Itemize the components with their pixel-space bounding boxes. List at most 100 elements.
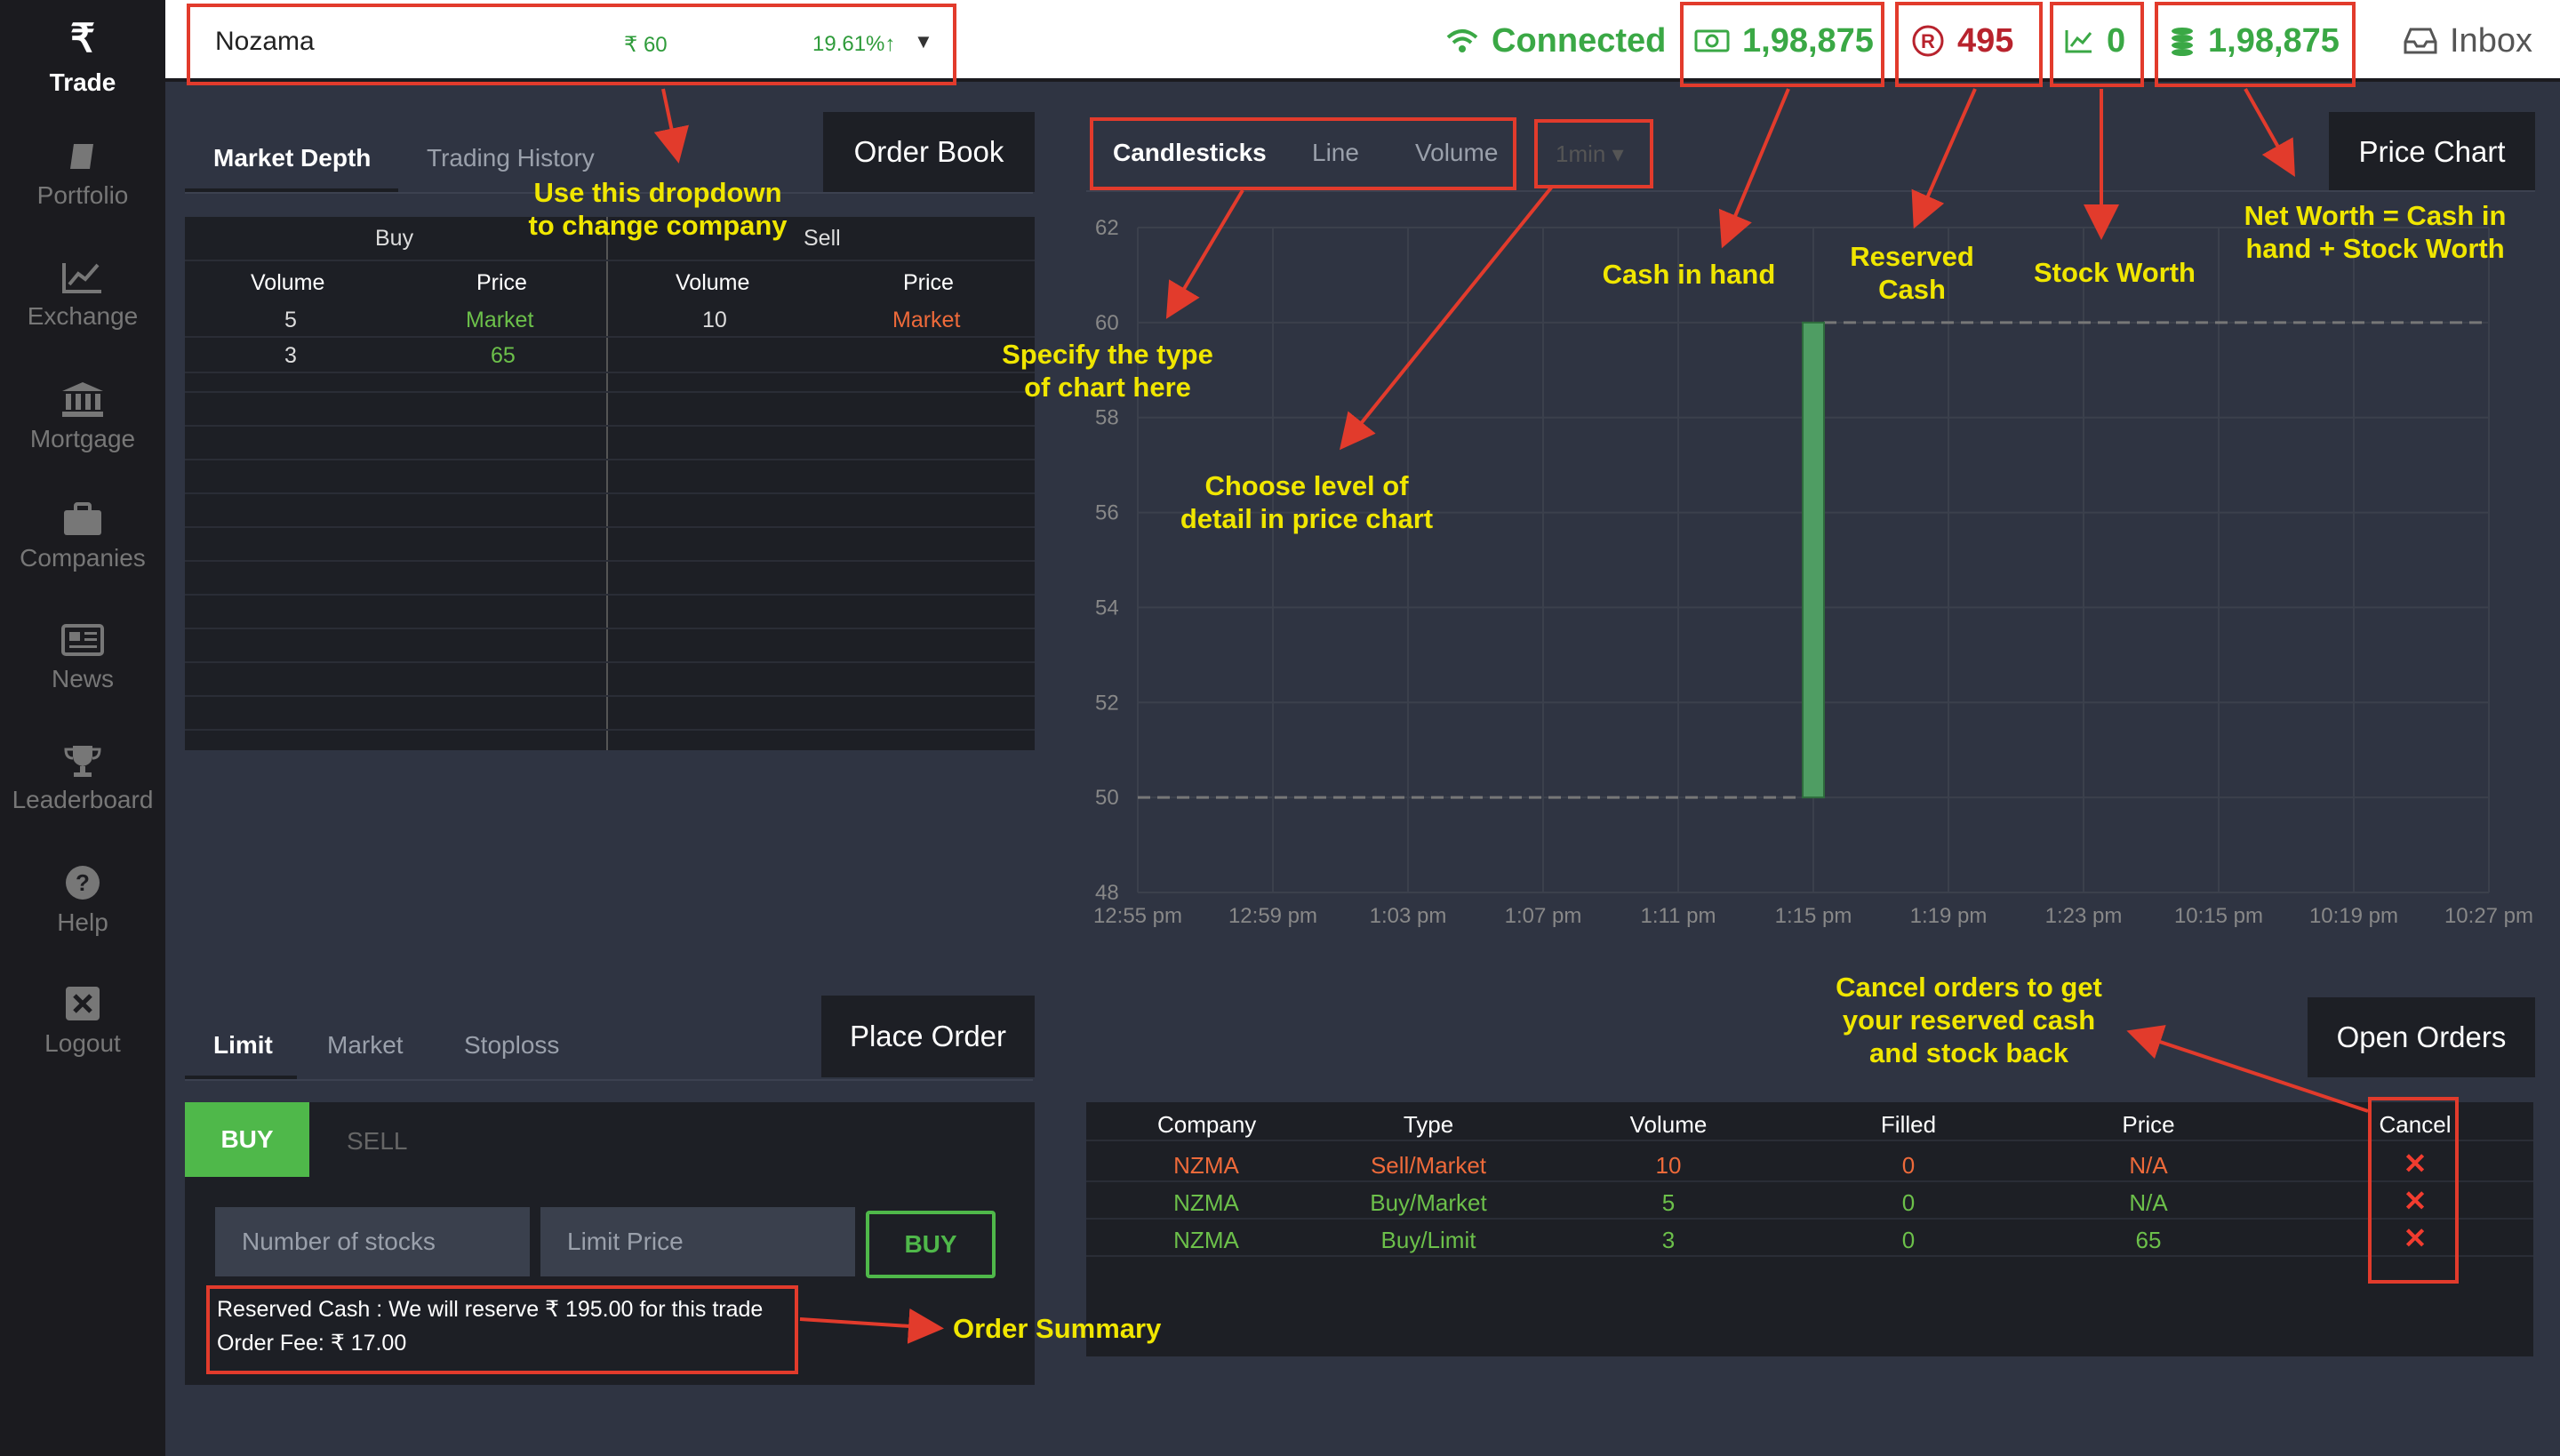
annotation-line: and stock back [1869,1037,2068,1068]
sidebar-item-logout[interactable]: Logout [0,985,165,1058]
order-price: 65 [2135,1227,2162,1253]
sidebar-item-portfolio[interactable]: Portfolio [0,139,165,210]
buy-header: Buy [375,226,414,251]
sidebar-item-leaderboard[interactable]: Leaderboard [0,743,165,814]
table-row-divider [185,695,1035,697]
limit-price-input[interactable]: Limit Price [540,1207,855,1276]
question-icon: ? [66,866,100,900]
order-price: N/A [2129,1152,2168,1179]
y-tick-label: 50 [1095,786,1119,810]
tab-market[interactable]: Market [327,1031,404,1060]
sidebar-item-label: Exchange [27,302,139,330]
annotation-line: Reserved [1850,241,1974,272]
x-tick-label: 10:19 pm [2309,904,2398,928]
table-row-divider [185,526,1035,528]
sidebar-item-label: Companies [20,544,146,572]
y-tick-label: 58 [1095,406,1119,430]
inbox-button[interactable]: Inbox [2404,20,2532,62]
submit-buy-button[interactable]: BUY [866,1211,996,1278]
sell-volume-header: Volume [676,270,750,295]
tab-stoploss[interactable]: Stoploss [464,1031,559,1060]
buy-volume-cell: 5 [284,308,297,332]
sidebar-item-news[interactable]: News [0,622,165,693]
buy-price-header: Price [476,270,527,295]
sidebar-item-trade[interactable]: ₹ Trade [0,16,165,97]
annotation-cancel: Cancel orders to get your reserved cash … [1813,971,2124,1069]
tab-trading-history[interactable]: Trading History [427,144,595,172]
table-row-divider [185,459,1035,460]
sidebar-item-companies[interactable]: Companies [0,501,165,572]
tab-limit[interactable]: Limit [213,1031,273,1060]
callout-box [1680,2,1884,87]
sidebar-item-help[interactable]: ? Help [0,864,165,937]
y-tick-label: 60 [1095,311,1119,335]
sidebar-item-label: News [51,665,114,692]
sell-side-button[interactable]: SELL [347,1127,408,1156]
book-icon [70,144,93,169]
annotation-line: detail in price chart [1180,503,1434,534]
annotation-line: of chart here [1024,372,1191,403]
order-volume: 5 [1661,1189,1676,1216]
trophy-icon [64,746,101,777]
callout-box [2155,2,2356,87]
open-orders-header: Company Type Volume Filled Price Cancel [1086,1104,2533,1141]
x-tick-label: 10:27 pm [2444,904,2533,928]
sidebar-item-label: Help [57,908,108,936]
buy-volume-header: Volume [251,270,325,295]
callout-box [1534,119,1653,188]
chart-tabs-underline [1086,190,2535,192]
callout-box [2050,2,2144,87]
sidebar-item-label: Trade [49,68,116,96]
y-tick-label: 62 [1095,216,1119,240]
buy-price-cell: Market [466,308,534,332]
sidebar-item-mortgage[interactable]: Mortgage [0,380,165,453]
callout-box [2368,1097,2459,1284]
tab-market-depth[interactable]: Market Depth [213,144,371,172]
x-tick-label: 1:23 pm [2045,904,2123,928]
x-tick-label: 12:55 pm [1093,904,1182,928]
table-row-divider [185,560,1035,562]
y-tick-label: 48 [1095,881,1119,905]
price-chart-title: Price Chart [2329,112,2535,192]
x-tick-label: 1:11 pm [1641,904,1716,928]
open-orders-title: Open Orders [2308,997,2535,1077]
header-filled: Filled [1880,1111,1937,1138]
newspaper-icon [61,624,104,656]
annotation-reserved: Reserved Cash [1836,240,1988,306]
callout-box [206,1285,798,1374]
header-price: Price [2122,1111,2175,1138]
annotation-stock-worth: Stock Worth [2012,256,2217,289]
order-type: Sell/Market [1370,1152,1487,1179]
sell-price-cell: Market [892,308,961,332]
x-tick-label: 1:03 pm [1370,904,1447,928]
header-divider [185,260,1035,261]
order-type: Buy/Market [1370,1189,1487,1216]
sidebar-item-exchange[interactable]: Exchange [0,260,165,331]
order-company: NZMA [1173,1227,1239,1253]
sidebar-item-label: Leaderboard [12,786,154,813]
x-tick-label: 1:15 pm [1775,904,1852,928]
sidebar: ₹ Trade Portfolio Exchange Mortgage Comp… [0,0,165,1456]
inbox-icon [2404,28,2437,54]
annotation-cash: Cash in hand [1573,258,1804,291]
table-row-divider [185,661,1035,663]
annotation-line: to change company [528,210,788,241]
price-chart: 62 60 58 56 54 52 50 4812:55 pm 12:59 pm 1:03 pm 1… [1093,216,2533,928]
status-label: Connected [1492,21,1667,60]
annotation-line: Choose level of [1204,470,1409,501]
table-row-divider [185,425,1035,427]
number-of-stocks-input[interactable]: Number of stocks [215,1207,530,1276]
header-volume: Volume [1629,1111,1708,1138]
table-row: NZMA Buy/Market 5 0 N/A ✕ [1086,1182,2533,1220]
annotation-dropdown: Use this dropdown to change company [480,176,836,242]
sidebar-item-label: Mortgage [29,425,136,452]
buy-side-button[interactable]: BUY [185,1102,309,1177]
annotation-line: Cancel orders to get [1836,972,2102,1003]
table-row-divider [185,492,1035,494]
annotation-line: Cash [1878,274,1946,305]
annotation-line: hand + Stock Worth [2245,233,2505,264]
table-row: 5 Market 10 Market [185,302,1035,338]
annotation-line: Use this dropdown [533,177,782,208]
x-tick-label: 1:19 pm [1910,904,1988,928]
annotation-summary: Order Summary [953,1312,1184,1345]
